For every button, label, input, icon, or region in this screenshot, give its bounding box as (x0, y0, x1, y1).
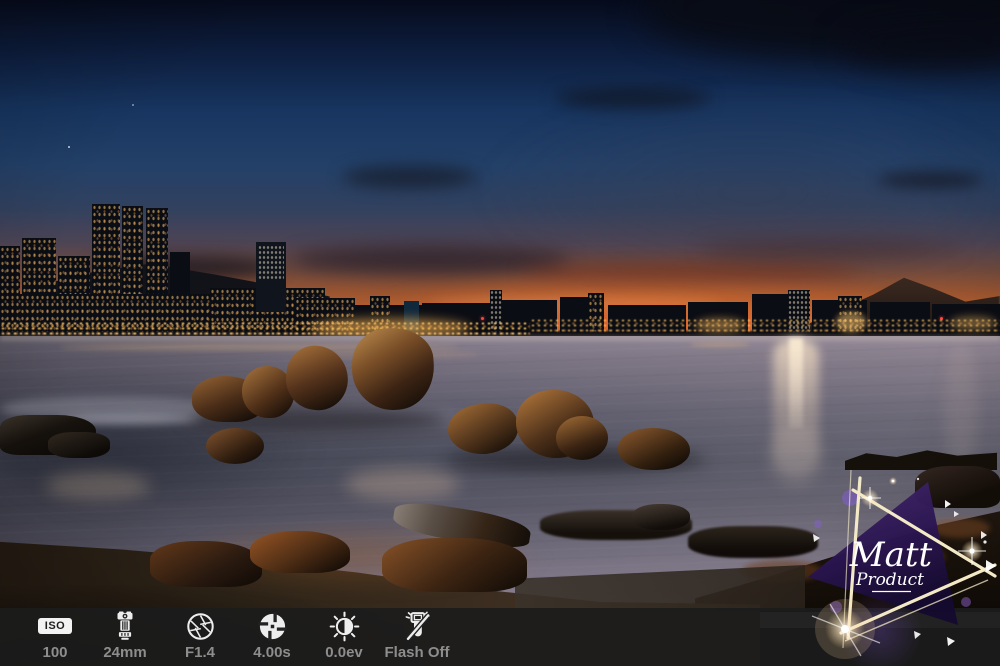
photo-viewer-screen: ISO 100 (0, 0, 1000, 666)
watermark-line1: Matt (849, 535, 933, 575)
watermark: Matt Product (780, 450, 1000, 666)
exif-value-flash: Flash Off (372, 644, 462, 662)
exif-item-flash: Flash Off (372, 608, 462, 666)
flash-off-icon (372, 608, 462, 644)
watermark-line2: Product (855, 570, 924, 590)
